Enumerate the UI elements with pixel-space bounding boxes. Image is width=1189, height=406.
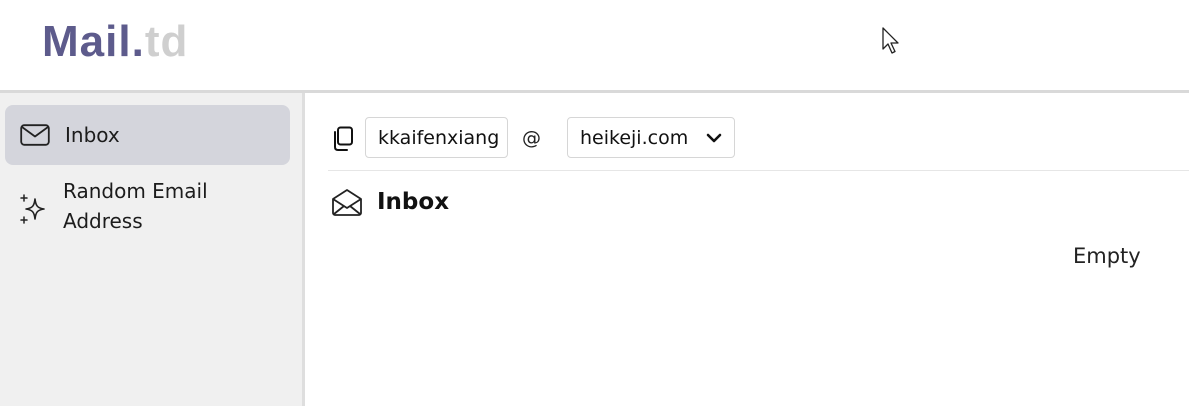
- sparkles-icon: [20, 194, 45, 224]
- open-envelope-icon: [332, 189, 362, 216]
- sidebar-item-label: Inbox: [65, 123, 120, 147]
- chevron-down-icon: [706, 133, 722, 143]
- mouse-cursor-icon: [882, 27, 899, 54]
- at-symbol: @: [522, 127, 541, 149]
- sidebar: Inbox Random Email Address: [0, 93, 302, 406]
- section-divider: [328, 170, 1189, 171]
- domain-selected-value: heikeji.com: [580, 127, 689, 149]
- envelope-icon: [20, 124, 50, 146]
- copy-icon[interactable]: [331, 126, 355, 152]
- logo-suffix-text: td: [144, 17, 189, 66]
- app-logo[interactable]: Mail.td: [42, 18, 188, 66]
- username-input[interactable]: [365, 117, 508, 158]
- main-content: @ heikeji.com Inbox Empty: [305, 93, 1189, 406]
- sidebar-item-inbox[interactable]: Inbox: [5, 105, 290, 165]
- inbox-title: Inbox: [377, 189, 450, 215]
- logo-dot: .: [131, 17, 145, 66]
- app-header: Mail.td: [0, 0, 1189, 90]
- domain-select[interactable]: heikeji.com: [567, 117, 735, 158]
- sidebar-item-label: Random Email Address: [63, 179, 208, 233]
- logo-main-text: Mail: [42, 17, 132, 66]
- sidebar-item-random-email[interactable]: Random Email Address: [5, 175, 290, 245]
- empty-state-text: Empty: [1073, 244, 1141, 268]
